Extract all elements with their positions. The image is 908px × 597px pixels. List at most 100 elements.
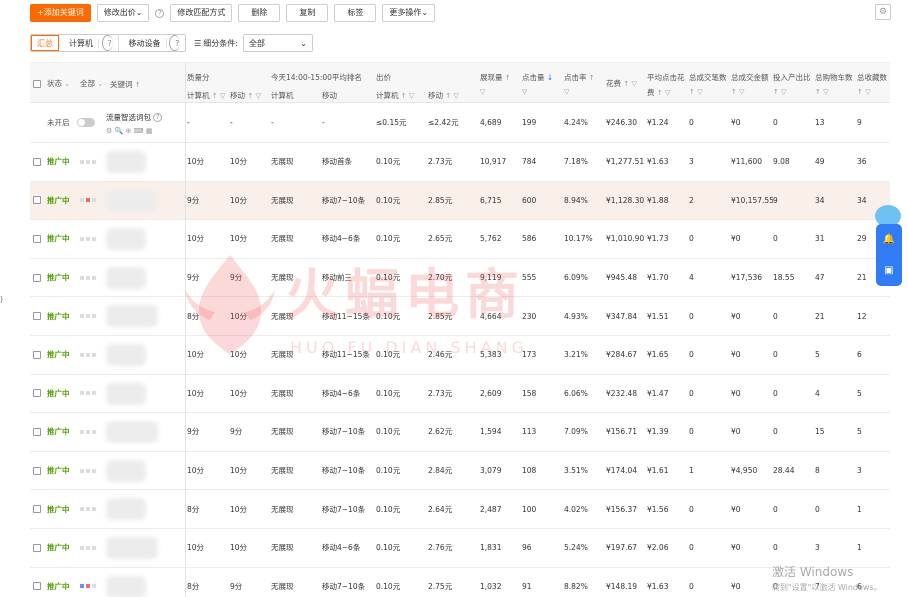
bid-mobile-cell[interactable]: 2.85元 (428, 297, 452, 335)
bid-mobile-cell[interactable]: 2.62元 (428, 413, 452, 451)
bid-pc-cell[interactable]: 0.10元 (376, 143, 400, 181)
bid-pc-cell[interactable]: 0.10元 (376, 490, 400, 528)
copy-button[interactable]: 复制 (286, 4, 329, 22)
filter-icon[interactable]: ▽ (480, 87, 485, 96)
sort-filter-icon[interactable]: ↑ ▽ (731, 87, 744, 96)
status-cell[interactable]: 推广中 (47, 490, 70, 528)
bid-mobile-header[interactable]: 移动 ↑ ▽ (428, 90, 459, 101)
bell-icon[interactable]: 🔔 (883, 234, 895, 245)
keyword-cell-redacted[interactable] (106, 382, 146, 405)
more-actions-button[interactable]: 更多操作 ⌄ (382, 4, 436, 22)
row-checkbox[interactable] (33, 452, 41, 490)
orders-header[interactable]: 总成交笔数 (689, 72, 727, 83)
bid-pc-cell[interactable]: 0.10元 (376, 182, 400, 220)
segment-mobile[interactable]: 移动设备 ? (119, 35, 186, 51)
status-header[interactable]: 状态 ⌄ (47, 78, 70, 89)
modify-match-button[interactable]: 修改匹配方式 (170, 4, 233, 22)
sort-filter-icon[interactable]: ↑ ▽ (857, 87, 870, 96)
row-checkbox[interactable] (33, 413, 41, 451)
avg-cpc-header-2[interactable]: 费 ↑ ▽ (647, 87, 670, 98)
status-cell[interactable]: 推广中 (47, 182, 70, 220)
bid-pc-cell[interactable]: 0.10元 (376, 297, 400, 335)
bid-mobile-cell[interactable]: 2.65元 (428, 220, 452, 258)
delete-button[interactable]: 删除 (238, 4, 281, 22)
sort-filter-icon[interactable]: ↑ ▽ (689, 87, 702, 96)
segment-summary[interactable]: 汇总 (31, 35, 59, 51)
keyword-cell-redacted[interactable] (106, 305, 158, 328)
ctr-header[interactable]: 点击率 ↑ (564, 72, 595, 83)
keyword-cell-redacted[interactable] (106, 344, 146, 366)
bid-pc-cell[interactable]: 0.10元 (376, 336, 400, 374)
status-cell[interactable]: 推广中 (47, 413, 70, 451)
bid-mobile-cell[interactable]: 2.84元 (428, 452, 452, 490)
keyword-cell-redacted[interactable] (106, 189, 158, 212)
keyword-cell-redacted[interactable] (106, 266, 146, 289)
toggle-switch[interactable] (77, 104, 95, 142)
bid-mobile-cell[interactable]: 2.85元 (428, 182, 452, 220)
add-keyword-button[interactable]: +添加关键词 (30, 4, 91, 22)
bid-pc-cell[interactable]: 0.10元 (376, 413, 400, 451)
status-cell[interactable]: 推广中 (47, 143, 70, 181)
keyword-cell-redacted[interactable] (106, 421, 158, 444)
bid-mobile-cell[interactable]: 2.73元 (428, 143, 452, 181)
sort-filter-icon[interactable]: ↑ ▽ (815, 87, 828, 96)
keyword-cell-redacted[interactable] (106, 537, 158, 559)
keyword-cell-redacted[interactable] (106, 498, 146, 521)
row-checkbox[interactable] (33, 182, 41, 220)
bid-pc-cell[interactable]: 0.10元 (376, 220, 400, 258)
settings-gear-icon[interactable]: ⚙ (875, 4, 891, 20)
row-checkbox[interactable] (33, 143, 41, 181)
segment-pc[interactable]: 计算机 ? (59, 35, 119, 51)
cart-header[interactable]: 总购物车数 (815, 72, 853, 83)
qs-mobile-header[interactable]: 移动 ↑ ▽ (230, 90, 261, 101)
status-cell[interactable]: 推广中 (47, 568, 70, 597)
keyword-cell-redacted[interactable] (106, 151, 146, 173)
clicks-header[interactable]: 点击量 ↓ (522, 72, 553, 83)
row-checkbox[interactable] (33, 568, 41, 597)
bid-pc-cell[interactable]: 0.10元 (376, 375, 400, 413)
filter-select[interactable]: 全部 ⌄ (242, 34, 313, 52)
chat-icon[interactable]: ▣ (884, 265, 893, 276)
status-cell[interactable]: 推广中 (47, 336, 70, 374)
fav-header[interactable]: 总收藏数 (857, 72, 887, 83)
row-checkbox[interactable] (33, 375, 41, 413)
sort-filter-icon[interactable]: ↑ ▽ (773, 87, 786, 96)
bid-pc-header[interactable]: 计算机 ↑ ▽ (376, 90, 414, 101)
row-checkbox[interactable] (33, 297, 41, 335)
status-cell[interactable]: 推广中 (47, 297, 70, 335)
impressions-header[interactable]: 展现量 ↑ (480, 72, 511, 83)
bid-mobile-cell[interactable]: 2.73元 (428, 375, 452, 413)
qs-pc-header[interactable]: 计算机 ↑ ▽ (187, 90, 225, 101)
row-checkbox[interactable] (33, 490, 41, 528)
status-cell[interactable]: 推广中 (47, 259, 70, 297)
status-cell[interactable]: 推广中 (47, 220, 70, 258)
status-cell[interactable]: 推广中 (47, 375, 70, 413)
keyword-header[interactable]: 关键词 ↑ (110, 79, 141, 90)
help-icon[interactable]: ? (155, 8, 165, 18)
status-cell[interactable]: 推广中 (47, 452, 70, 490)
bid-mobile-cell[interactable]: 2.46元 (428, 336, 452, 374)
cost-header[interactable]: 花费 ↑ ▽ (606, 78, 637, 89)
modify-bid-button[interactable]: 修改出价 ⌄ (96, 4, 150, 22)
avg-cpc-header[interactable]: 平均点击花 (647, 72, 685, 83)
select-all-checkbox[interactable] (33, 79, 41, 88)
gmv-header[interactable]: 总成交金额 (731, 72, 769, 83)
bid-pc-cell[interactable]: 0.10元 (376, 568, 400, 597)
bid-pc-cell[interactable]: 0.10元 (376, 259, 400, 297)
status-cell[interactable]: 推广中 (47, 529, 70, 567)
tag-button[interactable]: 标签 (334, 4, 377, 22)
bid-pc-cell[interactable]: 0.10元 (376, 529, 400, 567)
bid-mobile-cell[interactable]: 2.75元 (428, 568, 452, 597)
bid-pc-cell[interactable]: ≤0.15元 (376, 104, 406, 142)
filter-icon[interactable]: ▽ (522, 87, 527, 96)
row-checkbox[interactable] (33, 529, 41, 567)
row-checkbox[interactable] (33, 220, 41, 258)
keyword-cell-redacted[interactable] (106, 228, 146, 251)
bid-mobile-cell[interactable]: 2.64元 (428, 490, 452, 528)
row-checkbox[interactable] (33, 259, 41, 297)
filter-icon[interactable]: ▽ (564, 87, 569, 96)
keyword-cell-redacted[interactable] (106, 459, 146, 482)
roi-header[interactable]: 投入产出比 (773, 72, 811, 83)
bid-pc-cell[interactable]: 0.10元 (376, 452, 400, 490)
all-header[interactable]: 全部 ⌄ (80, 78, 103, 89)
